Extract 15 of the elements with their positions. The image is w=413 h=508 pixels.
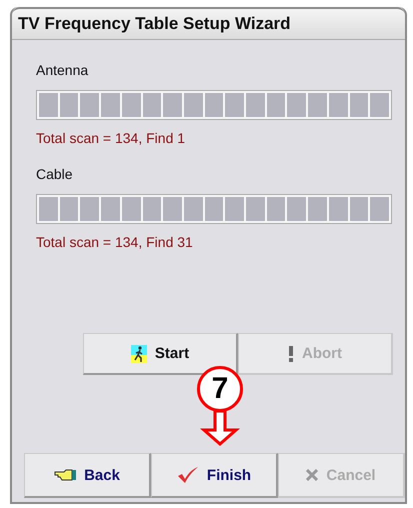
scan-label: Antenna <box>36 62 90 78</box>
window-title: TV Frequency Table Setup Wizard <box>18 14 291 34</box>
cross-icon <box>306 469 318 481</box>
scan-label: Cable <box>36 166 74 182</box>
exclamation-icon <box>288 346 294 362</box>
running-man-icon <box>130 344 147 362</box>
down-arrow-icon <box>200 410 240 446</box>
scan-result: Total scan = 134, Find 1 <box>36 130 186 146</box>
checkmark-icon <box>176 466 199 484</box>
step-number: 7 <box>197 366 243 412</box>
back-button[interactable]: Back <box>24 453 151 498</box>
scan-result: Total scan = 134, Find 31 <box>36 234 194 250</box>
pointing-hand-icon <box>54 469 76 481</box>
finish-button[interactable]: Finish <box>151 453 278 498</box>
start-button[interactable]: Start <box>83 333 238 375</box>
